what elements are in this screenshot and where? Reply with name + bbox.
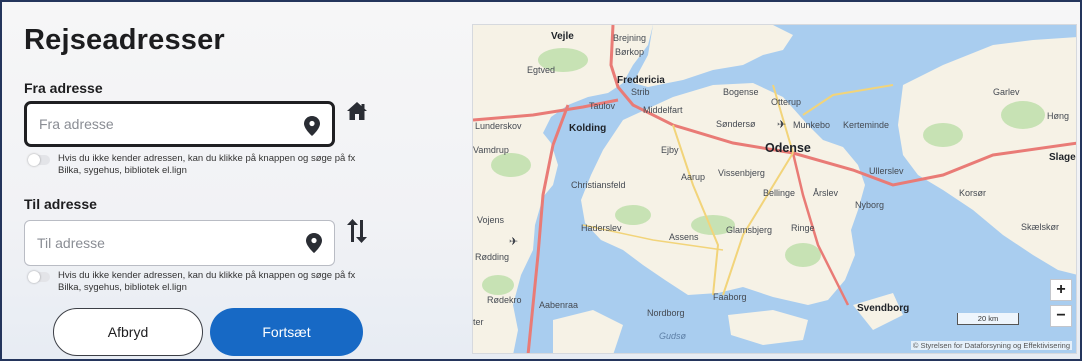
- map-label-ejby: Ejby: [661, 145, 679, 155]
- airport-icon: ✈: [777, 119, 787, 131]
- zoom-in-button[interactable]: +: [1050, 279, 1072, 301]
- map-label-ringe: Ringe: [791, 223, 815, 233]
- map-label-nordborg: Nordborg: [647, 308, 685, 318]
- map-label-aabenraa: Aabenraa: [539, 300, 579, 310]
- map-label-rodekro: Rødekro: [487, 295, 522, 305]
- map-label-bogense: Bogense: [723, 87, 759, 97]
- from-hint-text: Hvis du ikke kender adressen, kan du kli…: [58, 153, 356, 176]
- from-search-toggle[interactable]: [28, 154, 50, 166]
- map-label-sonderso: Søndersø: [716, 119, 756, 129]
- map-label-otterup: Otterup: [771, 97, 802, 107]
- map-label-haderslev: Haderslev: [581, 223, 622, 233]
- map-label-odense: Odense: [765, 141, 811, 155]
- map-label-brejning: Brejning: [613, 33, 647, 43]
- map-view[interactable]: Vejle Brejning Børkop Egtved Fredericia …: [472, 24, 1077, 354]
- map-label-garlev: Garlev: [993, 87, 1020, 97]
- map-label-egtved: Egtved: [527, 65, 556, 75]
- map-label-glamsbjerg: Glamsbjerg: [726, 225, 773, 235]
- map-label-faaborg: Faaborg: [713, 292, 747, 302]
- map-label-lunderskov: Lunderskov: [475, 121, 522, 131]
- continue-button[interactable]: Fortsæt: [210, 308, 363, 356]
- toggle-knob: [28, 271, 40, 283]
- map-label-strib: Strib: [631, 87, 650, 97]
- map-label-middelfart: Middelfart: [643, 105, 683, 115]
- map-label-vejle: Vejle: [551, 31, 574, 42]
- to-address-input[interactable]: [37, 221, 299, 265]
- map-label-assens: Assens: [669, 232, 699, 242]
- map-label-taulov: Taulov: [589, 101, 616, 111]
- map-attribution: © Styrelsen for Dataforsyning og Effekti…: [910, 341, 1072, 350]
- to-address-box[interactable]: [24, 220, 335, 266]
- airport-icon: ✈: [509, 236, 519, 248]
- location-pin-icon[interactable]: [306, 233, 322, 253]
- map-label-rodding: Rødding: [475, 252, 510, 262]
- map-label-skaelskor: Skælskør: [1021, 222, 1059, 232]
- map-label-arslev: Årslev: [813, 188, 839, 198]
- map-label-christiansfeld: Christiansfeld: [571, 180, 626, 190]
- map-label-nyborg: Nyborg: [855, 200, 885, 210]
- map-label-vissenbjerg: Vissenbjerg: [718, 168, 765, 178]
- zoom-out-button[interactable]: −: [1050, 305, 1072, 327]
- to-search-toggle[interactable]: [28, 271, 50, 283]
- map-scale-bar: 20 km: [957, 313, 1019, 325]
- swap-arrows-icon[interactable]: [346, 219, 368, 243]
- map-label-munkebo: Munkebo: [793, 120, 831, 130]
- map-label-ter: ter: [473, 317, 484, 327]
- map-label-hong: Høng: [1047, 111, 1070, 121]
- map-label-slagelse: Slage: [1049, 152, 1076, 163]
- page-title: Rejseadresser: [24, 24, 225, 56]
- from-address-input[interactable]: [39, 104, 301, 144]
- home-icon[interactable]: [346, 101, 368, 121]
- map-label-vamdrup: Vamdrup: [473, 145, 509, 155]
- toggle-knob: [28, 154, 40, 166]
- map-label-borkop: Børkop: [615, 47, 645, 57]
- map-label-kolding: Kolding: [569, 123, 607, 134]
- map-label-fredericia: Fredericia: [617, 75, 665, 86]
- map-label-aarup: Aarup: [681, 172, 706, 182]
- map-label-gudsoe: Gudsø: [659, 331, 687, 341]
- map-label-korsor: Korsør: [959, 188, 986, 198]
- map-label-kerteminde: Kerteminde: [843, 120, 890, 130]
- map-label-vojens: Vojens: [477, 215, 505, 225]
- to-address-label: Til adresse: [24, 196, 97, 212]
- cancel-button[interactable]: Afbryd: [53, 308, 203, 356]
- map-label-svendborg: Svendborg: [857, 303, 910, 314]
- map-label-bellinge: Bellinge: [763, 188, 796, 198]
- from-address-label: Fra adresse: [24, 80, 103, 96]
- map-label-ullerslev: Ullerslev: [869, 166, 904, 176]
- location-pin-icon[interactable]: [304, 116, 320, 136]
- from-address-box[interactable]: [24, 101, 335, 147]
- travel-addresses-panel: Rejseadresser Fra adresse Hvis du ikke k…: [0, 0, 1082, 361]
- to-hint-text: Hvis du ikke kender adressen, kan du kli…: [58, 270, 356, 293]
